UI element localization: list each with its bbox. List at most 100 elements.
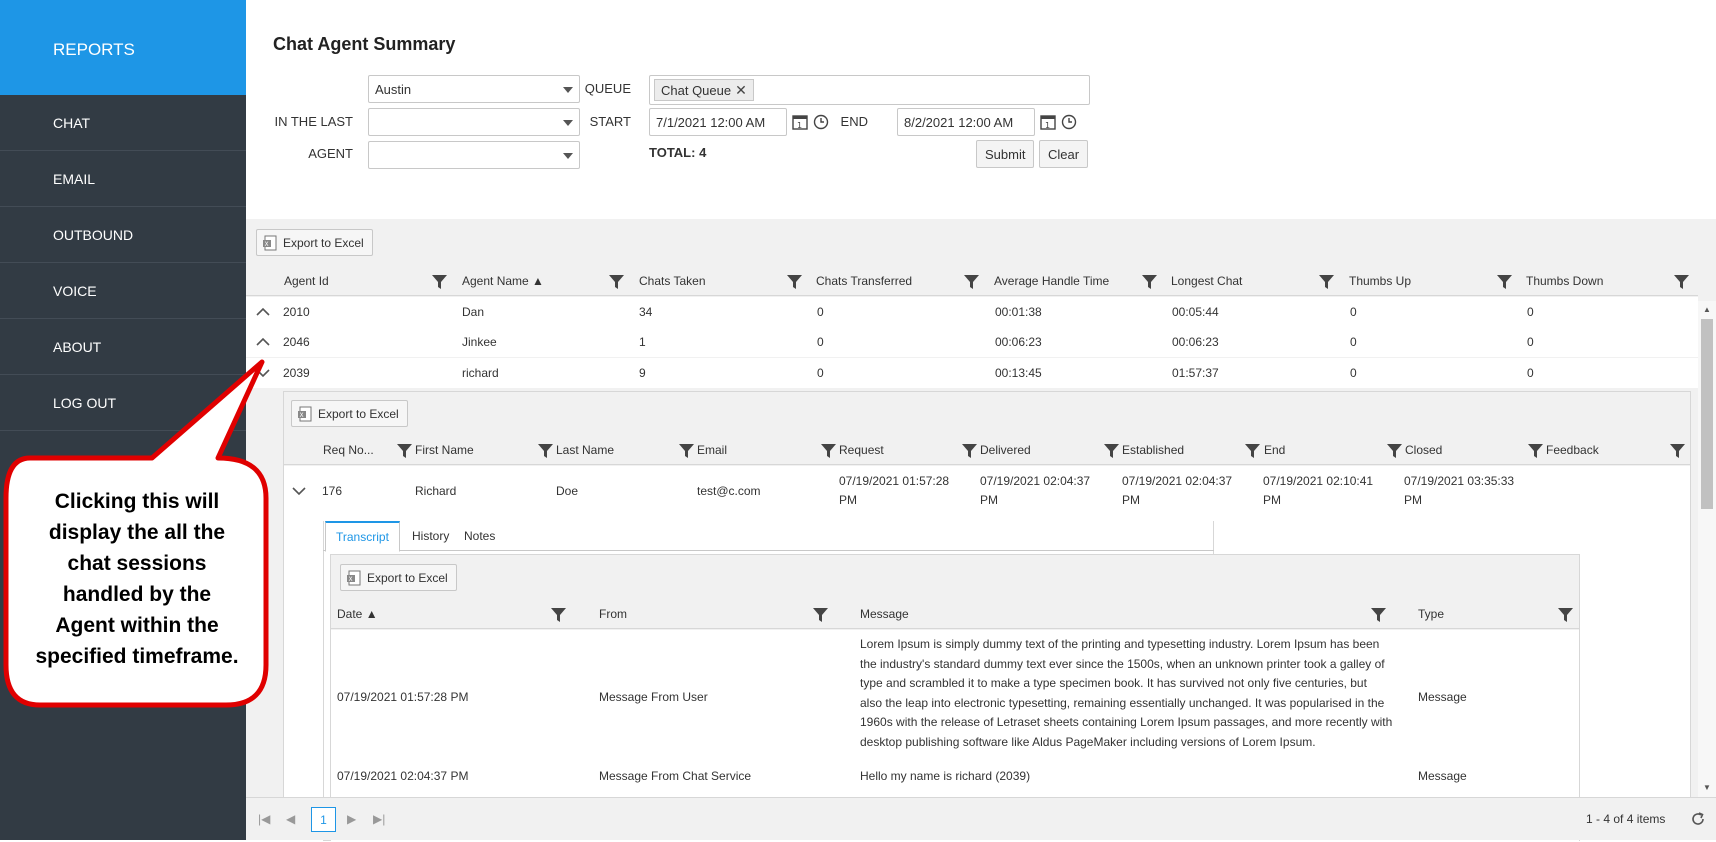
col-feedback[interactable]: Feedback [1546, 443, 1599, 457]
queue-multiselect[interactable]: Chat Queue ✕ [649, 75, 1090, 105]
next-page-icon[interactable]: ▶ [347, 812, 356, 826]
in-the-last-select[interactable] [368, 108, 580, 136]
filter-icon[interactable] [964, 274, 979, 289]
col-date[interactable]: Date ▲ [337, 607, 378, 621]
filter-icon[interactable] [821, 443, 836, 458]
col-established[interactable]: Established [1122, 443, 1184, 457]
tab-transcript[interactable]: Transcript [325, 521, 400, 552]
filter-icon[interactable] [962, 443, 977, 458]
end-date-input[interactable]: 8/2/2021 12:00 AM [897, 108, 1035, 136]
close-icon[interactable]: ✕ [735, 82, 747, 99]
chevron-down-icon[interactable] [292, 486, 306, 496]
filter-icon[interactable] [1674, 274, 1689, 289]
col-from[interactable]: From [599, 607, 627, 621]
col-end[interactable]: End [1264, 443, 1285, 457]
scroll-down-icon[interactable]: ▼ [1703, 783, 1711, 792]
clock-icon[interactable] [813, 114, 829, 130]
filter-icon[interactable] [551, 607, 566, 622]
filter-icon[interactable] [1371, 607, 1386, 622]
scroll-up-icon[interactable]: ▲ [1703, 305, 1711, 314]
calendar-icon[interactable]: 1 [792, 114, 808, 130]
message-line: 1960s with the release of Letraset sheet… [860, 715, 1393, 729]
sidebar-item-voice[interactable]: VOICE [0, 263, 246, 319]
filter-icon[interactable] [1558, 607, 1573, 622]
clock-icon[interactable] [1061, 114, 1077, 130]
col-thumbs-down[interactable]: Thumbs Down [1526, 274, 1603, 288]
first-page-icon[interactable]: |◀ [258, 812, 270, 826]
col-request[interactable]: Request [839, 443, 884, 457]
table-row[interactable]: 176 Richard Doe test@c.com 07/19/2021 01… [284, 466, 1690, 516]
export-excel-button[interactable]: X Export to Excel [340, 564, 457, 591]
table-row[interactable]: 2046 Jinkee 1 0 00:06:23 00:06:23 0 0 [246, 327, 1698, 357]
col-thumbs-up[interactable]: Thumbs Up [1349, 274, 1411, 288]
chevron-up-icon[interactable] [256, 337, 270, 347]
filter-icon[interactable] [1528, 443, 1543, 458]
first-name-cell: Richard [415, 484, 457, 498]
col-closed[interactable]: Closed [1405, 443, 1442, 457]
sidebar-item-logout[interactable]: LOG OUT [0, 375, 246, 431]
filter-icon[interactable] [1245, 443, 1260, 458]
table-row[interactable]: 2039 richard 9 0 00:13:45 01:57:37 0 0 [246, 358, 1698, 388]
message-cell: Hello my name is richard (2039) [860, 769, 1031, 783]
tab-notes[interactable]: Notes [454, 522, 505, 550]
start-date-input[interactable]: 7/1/2021 12:00 AM [649, 108, 787, 136]
col-delivered[interactable]: Delivered [980, 443, 1031, 457]
col-type[interactable]: Type [1418, 607, 1444, 621]
filter-icon[interactable] [432, 274, 447, 289]
last-page-icon[interactable]: ▶| [373, 812, 385, 826]
agents-grid-header: Agent Id Agent Name ▲ Chats Taken Chats … [246, 266, 1698, 296]
agents-grid: X Export to Excel Agent Id Agent Name ▲ … [246, 219, 1716, 842]
filter-icon[interactable] [609, 274, 624, 289]
col-longest-chat[interactable]: Longest Chat [1171, 274, 1242, 288]
calendar-icon[interactable]: 1 [1040, 114, 1056, 130]
col-first-name[interactable]: First Name [415, 443, 474, 457]
export-excel-button[interactable]: X Export to Excel [256, 229, 373, 256]
agent-name-cell: Jinkee [462, 335, 497, 349]
export-excel-button[interactable]: X Export to Excel [291, 400, 408, 427]
message-line: type and scrambled it to make a type spe… [860, 676, 1367, 690]
closed-cell: 07/19/2021 03:35:33 [1404, 474, 1515, 488]
filter-icon[interactable] [787, 274, 802, 289]
filter-icon[interactable] [1319, 274, 1334, 289]
sidebar-item-chat[interactable]: CHAT [0, 95, 246, 151]
filter-icon[interactable] [1387, 443, 1402, 458]
scrollbar-thumb[interactable] [1701, 319, 1713, 509]
filter-icon[interactable] [1670, 443, 1685, 458]
clear-button[interactable]: Clear [1039, 140, 1089, 168]
agent-select[interactable] [368, 141, 580, 169]
sidebar-brand[interactable]: REPORTS [0, 0, 246, 95]
chevron-down-icon[interactable] [256, 368, 270, 378]
col-req-no[interactable]: Req No... [323, 443, 374, 457]
tab-history[interactable]: History [402, 522, 459, 550]
prev-page-icon[interactable]: ◀ [286, 812, 295, 826]
sidebar-item-about[interactable]: ABOUT [0, 319, 246, 375]
site-select[interactable]: Austin [368, 75, 580, 103]
filter-icon[interactable] [813, 607, 828, 622]
request-cell-ampm: PM [839, 493, 857, 507]
filter-icon[interactable] [1104, 443, 1119, 458]
col-average-handle-time[interactable]: Average Handle Time [994, 274, 1109, 288]
tabs-strip-line [323, 550, 1214, 551]
col-chats-transferred[interactable]: Chats Transferred [816, 274, 912, 288]
current-page[interactable]: 1 [311, 807, 336, 832]
refresh-icon[interactable] [1690, 811, 1706, 827]
filter-icon[interactable] [397, 443, 412, 458]
col-message[interactable]: Message [860, 607, 909, 621]
col-email[interactable]: Email [697, 443, 727, 457]
table-row[interactable]: 2010 Dan 34 0 00:01:38 00:05:44 0 0 [246, 297, 1698, 327]
col-agent-id[interactable]: Agent Id [284, 274, 329, 288]
filter-icon[interactable] [1497, 274, 1512, 289]
filter-icon[interactable] [538, 443, 553, 458]
filter-icon[interactable] [1142, 274, 1157, 289]
sidebar-item-outbound[interactable]: OUTBOUND [0, 207, 246, 263]
col-agent-name[interactable]: Agent Name ▲ [462, 274, 544, 288]
col-chats-taken[interactable]: Chats Taken [639, 274, 706, 288]
filter-icon[interactable] [679, 443, 694, 458]
vertical-scrollbar[interactable]: ▲ ▼ [1698, 301, 1716, 797]
main-content: Chat Agent Summary SITE Austin IN THE LA… [246, 0, 1716, 842]
sidebar-item-email[interactable]: EMAIL [0, 151, 246, 207]
col-last-name[interactable]: Last Name [556, 443, 614, 457]
submit-button[interactable]: Submit [976, 140, 1035, 168]
message-line: the industry's standard dummy text ever … [860, 656, 1385, 671]
chevron-up-icon[interactable] [256, 307, 270, 317]
